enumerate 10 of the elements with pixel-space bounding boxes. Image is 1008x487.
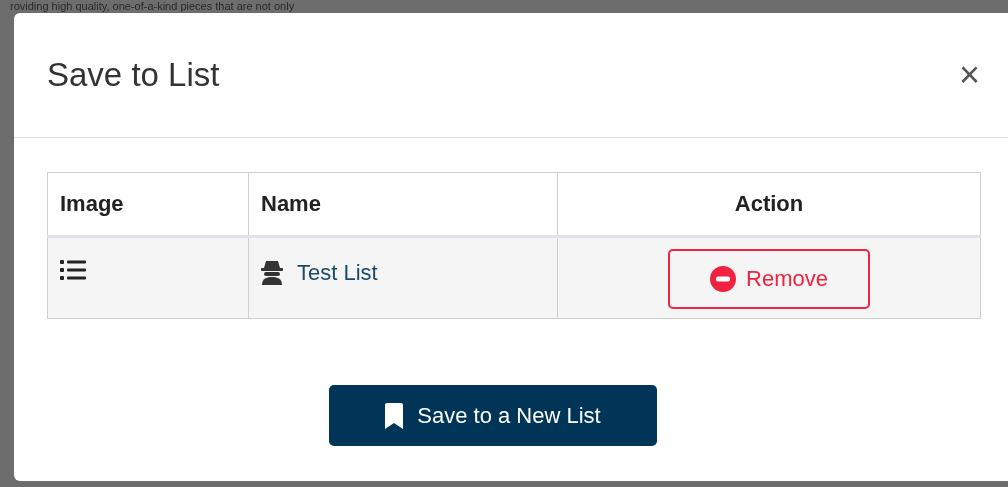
- remove-button[interactable]: Remove: [668, 249, 870, 309]
- background-text: roviding high quality, one-of-a-kind pieces that are not only: [9, 0, 296, 13]
- incognito-icon: [261, 261, 283, 285]
- dialog-title: Save to List: [47, 56, 220, 94]
- bookmark-icon: [385, 402, 404, 429]
- list-name-link[interactable]: Test List: [297, 260, 378, 286]
- save-new-list-button[interactable]: Save to a New List: [329, 385, 657, 446]
- minus-circle-icon: [710, 266, 737, 292]
- list-icon: [60, 260, 86, 280]
- close-button[interactable]: ×: [954, 54, 984, 96]
